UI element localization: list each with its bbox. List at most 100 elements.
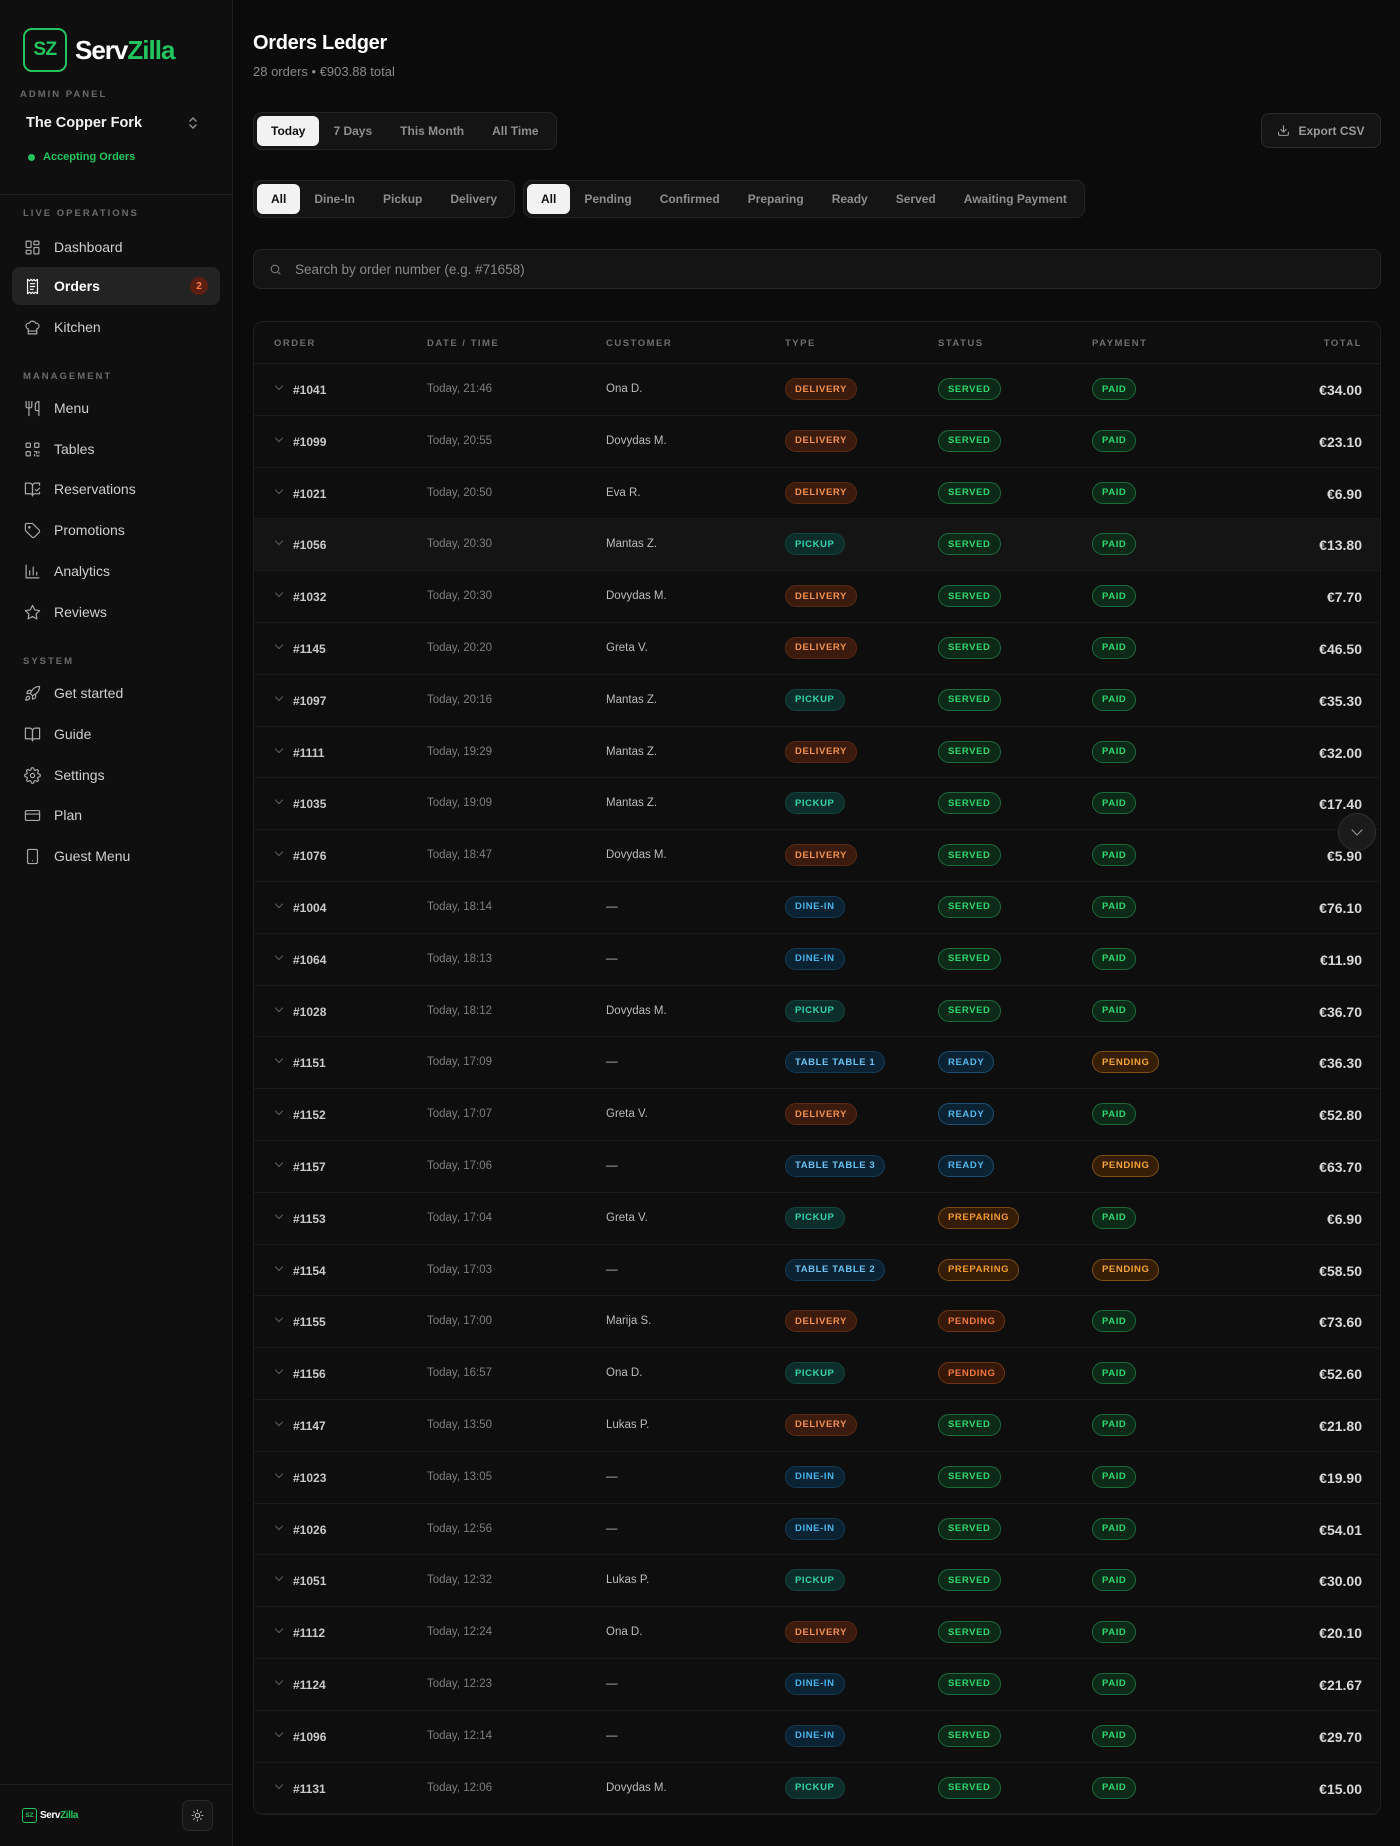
scroll-down-button[interactable] [1338,813,1376,851]
chevron-down-icon[interactable] [274,485,284,494]
chevron-down-icon[interactable] [274,796,284,805]
chevron-down-icon[interactable] [274,1624,284,1634]
sidebar-item-tables[interactable]: Tables [12,430,220,468]
order-number[interactable]: #1131 [293,1782,326,1796]
order-number[interactable]: #1157 [293,1160,326,1174]
sidebar-item-get-started[interactable]: Get started [12,674,220,712]
table-row[interactable]: #1157 Today, 17:06 — TABLE TABLE 3 READY PEND… [254,1141,1380,1193]
status-all[interactable]: All [527,184,571,214]
column-total[interactable]: TOTAL [1324,338,1362,349]
chevron-down-icon[interactable] [274,1003,284,1012]
order-number[interactable]: #1056 [293,538,326,552]
order-number[interactable]: #1151 [293,1056,326,1070]
chevron-down-icon[interactable] [274,640,284,650]
table-row[interactable]: #1156 Today, 16:57 Ona D. PICKUP PENDING PAID… [254,1348,1380,1400]
order-number[interactable]: #1155 [293,1315,326,1329]
chevron-down-icon[interactable] [274,1469,284,1478]
order-number[interactable]: #1051 [293,1574,326,1588]
chevron-down-icon[interactable] [274,433,284,443]
order-number[interactable]: #1112 [293,1626,325,1640]
chevron-down-icon[interactable] [274,1055,284,1064]
sidebar-item-reviews[interactable]: Reviews [12,593,220,631]
chevron-down-icon[interactable] [274,1417,284,1427]
table-row[interactable]: #1097 Today, 20:16 Mantas Z. PICKUP SERVED PA… [254,675,1380,727]
status-awaiting-payment[interactable]: Awaiting Payment [950,184,1081,214]
table-row[interactable]: #1154 Today, 17:03 — TABLE TABLE 2 PREPARING… [254,1245,1380,1297]
table-row[interactable]: #1124 Today, 12:23 — DINE-IN SERVED PAID €21.6… [254,1659,1380,1711]
table-row[interactable]: #1112 Today, 12:24 Ona D. DELIVERY SERVED PAI… [254,1607,1380,1659]
chevron-down-icon[interactable] [274,588,284,598]
column-type[interactable]: TYPE [785,338,816,349]
table-row[interactable]: #1131 Today, 12:06 Dovydas M. PICKUP SERVED P… [254,1763,1380,1814]
order-number[interactable]: #1111 [293,746,324,760]
order-number[interactable]: #1076 [293,849,326,863]
table-row[interactable]: #1076 Today, 18:47 Dovydas M. DELIVERY SERVE… [254,830,1380,882]
order-number[interactable]: #1032 [293,590,326,604]
sidebar-item-dashboard[interactable]: Dashboard [12,228,220,266]
range-today[interactable]: Today [257,116,320,146]
table-row[interactable]: #1099 Today, 20:55 Dovydas M. DELIVERY SERVE… [254,416,1380,468]
chevron-down-icon[interactable] [274,1780,284,1789]
table-row[interactable]: #1056 Today, 20:30 Mantas Z. PICKUP SERVED PA… [254,519,1380,572]
chevron-down-icon[interactable] [274,744,284,753]
status-ready[interactable]: Ready [818,184,882,214]
chevron-down-icon[interactable] [274,1365,284,1375]
order-number[interactable]: #1099 [293,435,326,449]
sidebar-item-promotions[interactable]: Promotions [12,511,220,549]
table-row[interactable]: #1026 Today, 12:56 — DINE-IN SERVED PAID €54.0… [254,1504,1380,1556]
order-number[interactable]: #1004 [293,901,326,915]
type-dine-in[interactable]: Dine-In [300,184,369,214]
range-all-time[interactable]: All Time [478,116,552,146]
column-status[interactable]: STATUS [938,338,984,349]
table-row[interactable]: #1145 Today, 20:20 Greta V. DELIVERY SERVED P… [254,623,1380,675]
table-row[interactable]: #1051 Today, 12:32 Lukas P. PICKUP SERVED PAI… [254,1555,1380,1608]
order-number[interactable]: #1064 [293,953,326,967]
table-row[interactable]: #1023 Today, 13:05 — DINE-IN SERVED PAID €19.9… [254,1452,1380,1504]
order-number[interactable]: #1156 [293,1367,326,1381]
status-confirmed[interactable]: Confirmed [646,184,734,214]
chevron-down-icon[interactable] [274,1573,284,1582]
column-order[interactable]: ORDER [274,338,316,349]
chevron-down-icon[interactable] [274,847,284,857]
order-number[interactable]: #1153 [293,1212,326,1226]
order-number[interactable]: #1096 [293,1730,326,1744]
column-payment[interactable]: PAYMENT [1092,338,1147,349]
brand-logo[interactable]: SZ ServZilla [23,28,175,72]
table-row[interactable]: #1152 Today, 17:07 Greta V. DELIVERY READY PA… [254,1089,1380,1141]
range-this-month[interactable]: This Month [386,116,478,146]
table-row[interactable]: #1021 Today, 20:50 Eva R. DELIVERY SERVED PAI… [254,468,1380,520]
table-row[interactable]: #1004 Today, 18:14 — DINE-IN SERVED PAID €76.1… [254,882,1380,934]
order-number[interactable]: #1021 [293,487,326,501]
sidebar-item-reservations[interactable]: Reservations [12,470,220,508]
chevron-down-icon[interactable] [274,1676,284,1686]
chevron-down-icon[interactable] [274,1314,284,1323]
chevron-down-icon[interactable] [274,899,284,909]
sidebar-item-analytics[interactable]: Analytics [12,552,220,590]
type-pickup[interactable]: Pickup [369,184,436,214]
table-row[interactable]: #1064 Today, 18:13 — DINE-IN SERVED PAID €11.9… [254,934,1380,986]
table-row[interactable]: #1155 Today, 17:00 Marija S. DELIVERY PENDIN… [254,1296,1380,1349]
restaurant-switcher[interactable]: The Copper Fork [12,109,212,137]
table-row[interactable]: #1151 Today, 17:09 — TABLE TABLE 1 READY PEND… [254,1037,1380,1090]
table-row[interactable]: #1096 Today, 12:14 — DINE-IN SERVED PAID €29.7… [254,1711,1380,1763]
chevron-down-icon[interactable] [274,692,284,702]
chevron-down-icon[interactable] [274,951,284,961]
order-number[interactable]: #1145 [293,642,326,656]
sidebar-item-menu[interactable]: Menu [12,389,220,427]
chevron-down-icon[interactable] [274,381,284,391]
status-served[interactable]: Served [882,184,950,214]
sidebar-item-orders[interactable]: Orders 2 [12,267,220,305]
chevron-down-icon[interactable] [274,1158,284,1168]
table-row[interactable]: #1111 Today, 19:29 Mantas Z. DELIVERY SERVED… [254,727,1380,779]
order-number[interactable]: #1035 [293,797,326,811]
chevron-down-icon[interactable] [274,1106,284,1116]
table-row[interactable]: #1028 Today, 18:12 Dovydas M. PICKUP SERVED P… [254,986,1380,1038]
sidebar-item-guide[interactable]: Guide [12,715,220,753]
order-number[interactable]: #1028 [293,1005,326,1019]
chevron-down-icon[interactable] [274,1262,284,1271]
order-number[interactable]: #1154 [293,1264,326,1278]
range-7-days[interactable]: 7 Days [319,116,386,146]
column-customer[interactable]: CUSTOMER [606,338,672,349]
search-input[interactable] [295,261,1295,277]
order-number[interactable]: #1023 [293,1471,326,1485]
